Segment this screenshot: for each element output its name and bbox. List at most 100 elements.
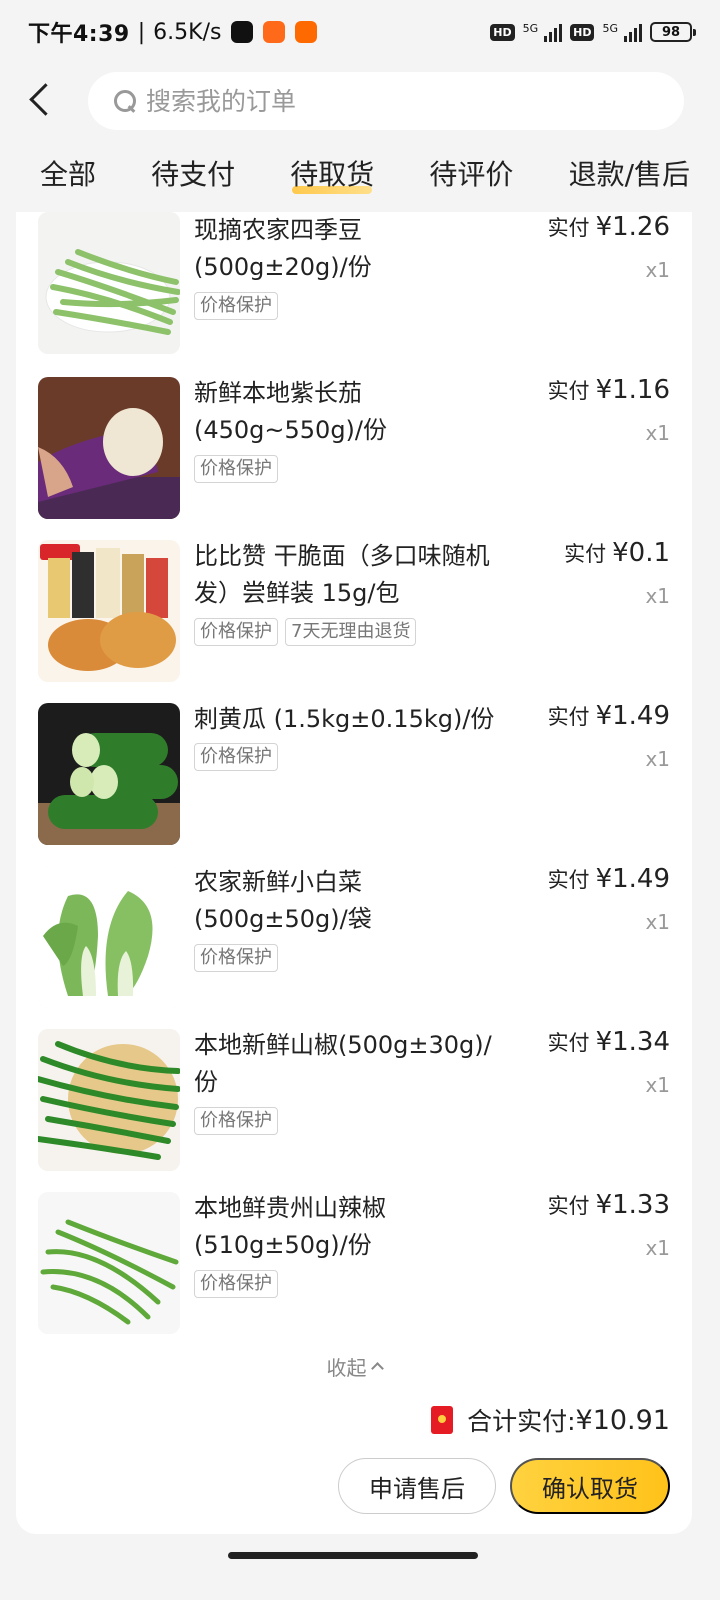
product-image-cucumber: [38, 703, 180, 845]
mi-icon: [295, 21, 318, 43]
item-title: 农家新鲜小白菜(500g±50g)/袋: [194, 868, 372, 933]
tab-pending-payment[interactable]: 待支付: [151, 150, 235, 200]
signal-icon: [624, 22, 642, 42]
tag-7day-return: 7天无理由退货: [285, 618, 417, 646]
battery-icon: 98: [650, 22, 696, 42]
status-time: 下午4:39: [28, 22, 130, 47]
item-title: 新鲜本地紫长茄(450g~550g)/份: [194, 379, 388, 444]
status-bar: 下午4:39 | 6.5K/s HD 5G HD 5G 98: [0, 0, 720, 64]
tag-price-protect: 价格保护: [194, 944, 278, 972]
tag-price-protect: 价格保护: [194, 1270, 278, 1298]
item-title: 本地鲜贵州山辣椒(510g±50g)/份: [194, 1194, 386, 1259]
tab-refund[interactable]: 退款/售后: [569, 150, 690, 200]
item-price: 实付 ¥1.49: [548, 701, 670, 731]
product-image-chili-pepper: [38, 1029, 180, 1171]
network-type: 5G: [602, 22, 618, 35]
price-label: 实付: [564, 542, 607, 566]
tag-price-protect: 价格保护: [194, 292, 278, 320]
item-qty: x1: [645, 421, 670, 445]
list-item[interactable]: 新鲜本地紫长茄(450g~550g)/份 实付 ¥1.16 x1 价格保护: [16, 375, 692, 538]
list-item[interactable]: 现摘农家四季豆(500g±20g)/份 实付 ¥1.26 x1 价格保护: [16, 212, 692, 375]
item-price: 实付 ¥0.1: [564, 538, 670, 568]
price-label: 实付: [547, 216, 590, 240]
item-price: 实付 ¥1.34: [548, 1027, 670, 1057]
item-qty: x1: [645, 1236, 670, 1260]
search-input[interactable]: [146, 86, 646, 116]
taobao-icon: [263, 21, 286, 43]
after-sale-button[interactable]: 申请售后: [338, 1458, 496, 1514]
tag-price-protect: 价格保护: [194, 743, 278, 771]
list-item[interactable]: 本地新鲜山椒(500g±30g)/份 实付 ¥1.34 x1 价格保护: [16, 1027, 692, 1190]
price-value: ¥1.49: [595, 864, 670, 894]
back-icon[interactable]: [24, 80, 64, 120]
item-qty: x1: [645, 258, 670, 282]
item-price: 实付 ¥1.49: [548, 864, 670, 894]
product-image-eggplant: [38, 377, 180, 519]
order-card: 现摘农家四季豆(500g±20g)/份 实付 ¥1.26 x1 价格保护 新鲜本地…: [16, 212, 692, 1534]
item-title: 现摘农家四季豆(500g±20g)/份: [194, 216, 372, 281]
tiktok-icon: [231, 21, 254, 43]
item-qty: x1: [645, 584, 670, 608]
collapse-button[interactable]: 收起: [16, 1352, 692, 1381]
item-qty: x1: [645, 1073, 670, 1097]
network-type: 5G: [522, 22, 539, 35]
item-qty: x1: [645, 747, 670, 771]
tag-list: 价格保护: [194, 743, 278, 771]
price-value: ¥1.33: [595, 1190, 670, 1220]
header: [0, 70, 720, 132]
net-speed: 6.5K/s: [153, 19, 222, 45]
list-item[interactable]: 本地鲜贵州山辣椒(510g±50g)/份 实付 ¥1.33 x1 价格保护: [16, 1190, 692, 1353]
tag-price-protect: 价格保护: [194, 455, 278, 483]
search-bar[interactable]: [88, 72, 684, 130]
tab-all[interactable]: 全部: [40, 150, 96, 200]
price-value: ¥1.26: [595, 212, 670, 242]
item-price: 实付 ¥1.16: [548, 375, 670, 405]
list-item[interactable]: 农家新鲜小白菜(500g±50g)/袋 实付 ¥1.49 x1 价格保护: [16, 864, 692, 1027]
hd-icon: HD: [490, 23, 515, 41]
tag-list: 价格保护 7天无理由退货: [194, 618, 417, 646]
chevron-up-icon: [370, 1362, 384, 1375]
collapse-label: 收起: [326, 1356, 367, 1380]
red-packet-icon: [431, 1406, 454, 1434]
tag-list: 价格保护: [194, 455, 278, 483]
price-label: 实付: [547, 868, 590, 892]
price-label: 实付: [547, 705, 590, 729]
price-label: 实付: [547, 379, 590, 403]
product-image-guizhou-chili: [38, 1192, 180, 1334]
tag-list: 价格保护: [194, 944, 278, 972]
item-qty: x1: [645, 910, 670, 934]
product-image-green-beans: [38, 212, 180, 354]
tab-pending-pickup[interactable]: 待取货: [290, 150, 374, 200]
tab-pending-review[interactable]: 待评价: [429, 150, 513, 200]
tag-list: 价格保护: [194, 1270, 278, 1298]
list-item[interactable]: 比比赞 干脆面（多口味随机发）尝鲜装 15g/包 实付 ¥0.1 x1 价格保护 …: [16, 538, 692, 701]
search-icon: [112, 88, 138, 114]
price-label: 实付: [547, 1194, 590, 1218]
item-title: 比比赞 干脆面（多口味随机发）尝鲜装 15g/包: [194, 542, 490, 607]
price-value: ¥1.34: [595, 1027, 670, 1057]
product-image-noodle-snack: [38, 540, 180, 682]
item-title: 刺黄瓜 (1.5kg±0.15kg)/份: [194, 705, 495, 733]
tag-list: 价格保护: [194, 292, 278, 320]
home-indicator[interactable]: [228, 1552, 478, 1559]
price-value: ¥1.16: [595, 375, 670, 405]
price-label: 实付: [547, 1031, 590, 1055]
signal-icon: [544, 22, 563, 42]
price-value: ¥1.49: [595, 701, 670, 731]
product-image-bok-choy: [38, 866, 180, 1008]
list-item[interactable]: 刺黄瓜 (1.5kg±0.15kg)/份 实付 ¥1.49 x1 价格保护: [16, 701, 692, 864]
price-value: ¥0.1: [612, 538, 670, 568]
confirm-pickup-button[interactable]: 确认取货: [510, 1458, 670, 1514]
tag-list: 价格保护: [194, 1107, 278, 1135]
order-tabs: 全部 待支付 待取货 待评价 退款/售后: [0, 150, 720, 210]
item-price: 实付 ¥1.26: [548, 212, 670, 242]
status-divider: |: [137, 19, 146, 45]
total-label: 合计实付:: [467, 1407, 576, 1436]
tag-price-protect: 价格保护: [194, 618, 278, 646]
item-price: 实付 ¥1.33: [548, 1190, 670, 1220]
order-total: 合计实付: ¥10.91: [431, 1402, 670, 1438]
total-amount: ¥10.91: [575, 1404, 670, 1436]
item-title: 本地新鲜山椒(500g±30g)/份: [194, 1031, 492, 1096]
hd-icon: HD: [570, 23, 595, 41]
tag-price-protect: 价格保护: [194, 1107, 278, 1135]
